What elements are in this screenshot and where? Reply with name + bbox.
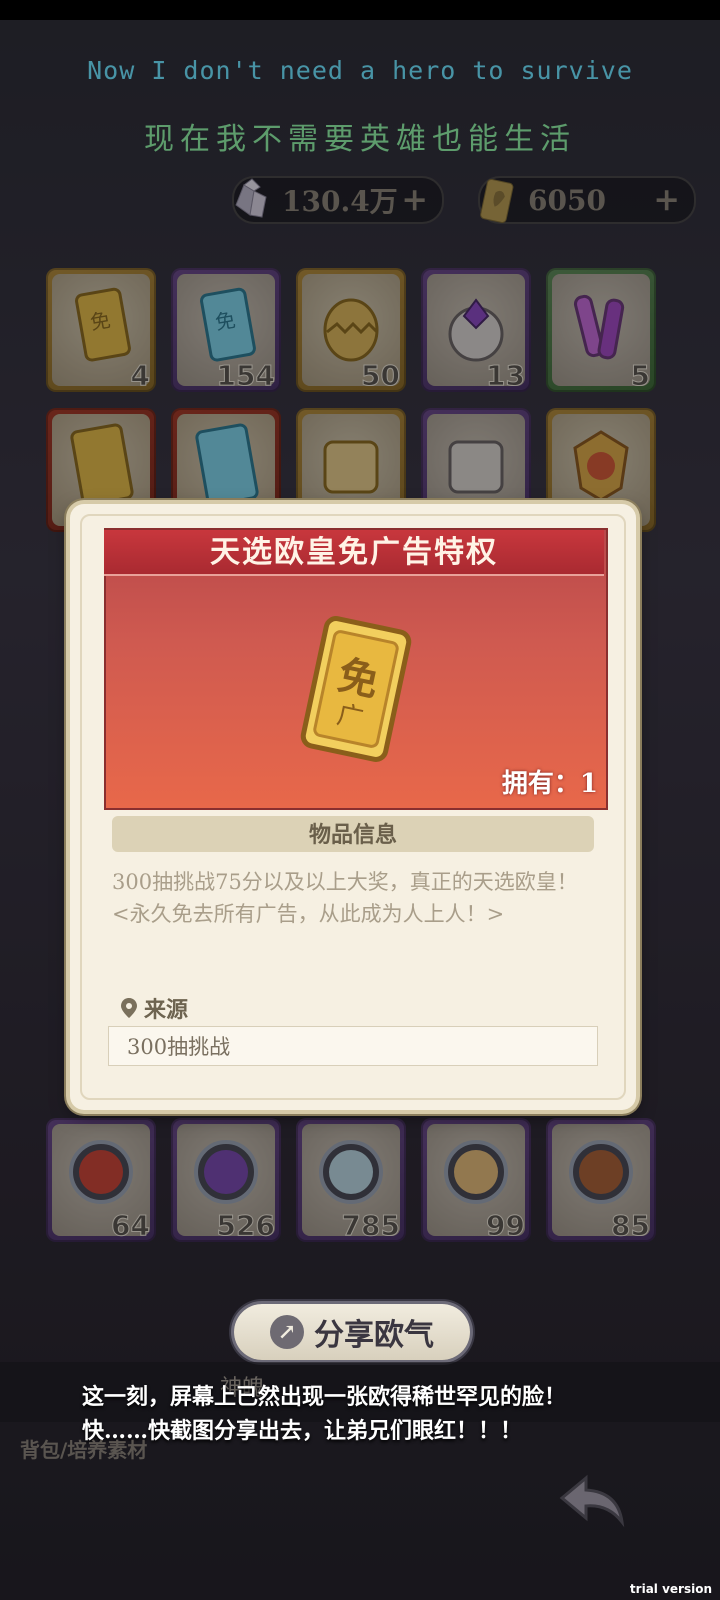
description-line: 300抽挑战75分以及以上大奖，真正的天选欧皇！ <box>112 870 578 894</box>
back-arrow-icon[interactable] <box>556 1470 628 1530</box>
share-prompt-message: 这一刻，屏幕上已然出现一张欧得稀世罕见的脸！ 快……快截图分享出去，让弟兄们眼红… <box>82 1380 642 1448</box>
watermark: trial version <box>629 1582 712 1596</box>
message-line: 快……快截图分享出去，让弟兄们眼红！！！ <box>82 1418 523 1444</box>
owned-count: 拥有：1 <box>501 769 598 799</box>
item-detail-dialog: 天选欧皇免广告特权 免 广 拥有：1 物品信息 300抽挑战75分以及以上大奖，… <box>70 504 636 1110</box>
location-pin-icon <box>121 998 137 1018</box>
source-label-text: 来源 <box>144 997 189 1023</box>
status-bar <box>0 0 720 20</box>
item-description: 300抽挑战75分以及以上大奖，真正的天选欧皇！ <永久免去所有广告，从此成为人… <box>112 866 602 930</box>
bag-breadcrumb: 背包/培养素材 <box>20 1438 148 1462</box>
item-info-header: 物品信息 <box>112 816 594 852</box>
message-line: 这一刻，屏幕上已然出现一张欧得稀世罕见的脸！ <box>82 1384 567 1410</box>
source-value[interactable]: 300抽挑战 <box>108 1026 598 1066</box>
ad-free-ticket-icon: 免 广 <box>300 616 412 762</box>
source-label: 来源 <box>120 992 188 1024</box>
share-arrow-icon: ↗ <box>270 1315 304 1349</box>
description-line: <永久免去所有广告，从此成为人上人！> <box>112 902 505 926</box>
share-button-label: 分享欧气 <box>314 1318 434 1353</box>
share-button[interactable]: ↗ 分享欧气 <box>234 1304 470 1360</box>
item-banner: 天选欧皇免广告特权 免 广 拥有：1 <box>104 528 608 810</box>
item-title: 天选欧皇免广告特权 <box>104 530 604 576</box>
